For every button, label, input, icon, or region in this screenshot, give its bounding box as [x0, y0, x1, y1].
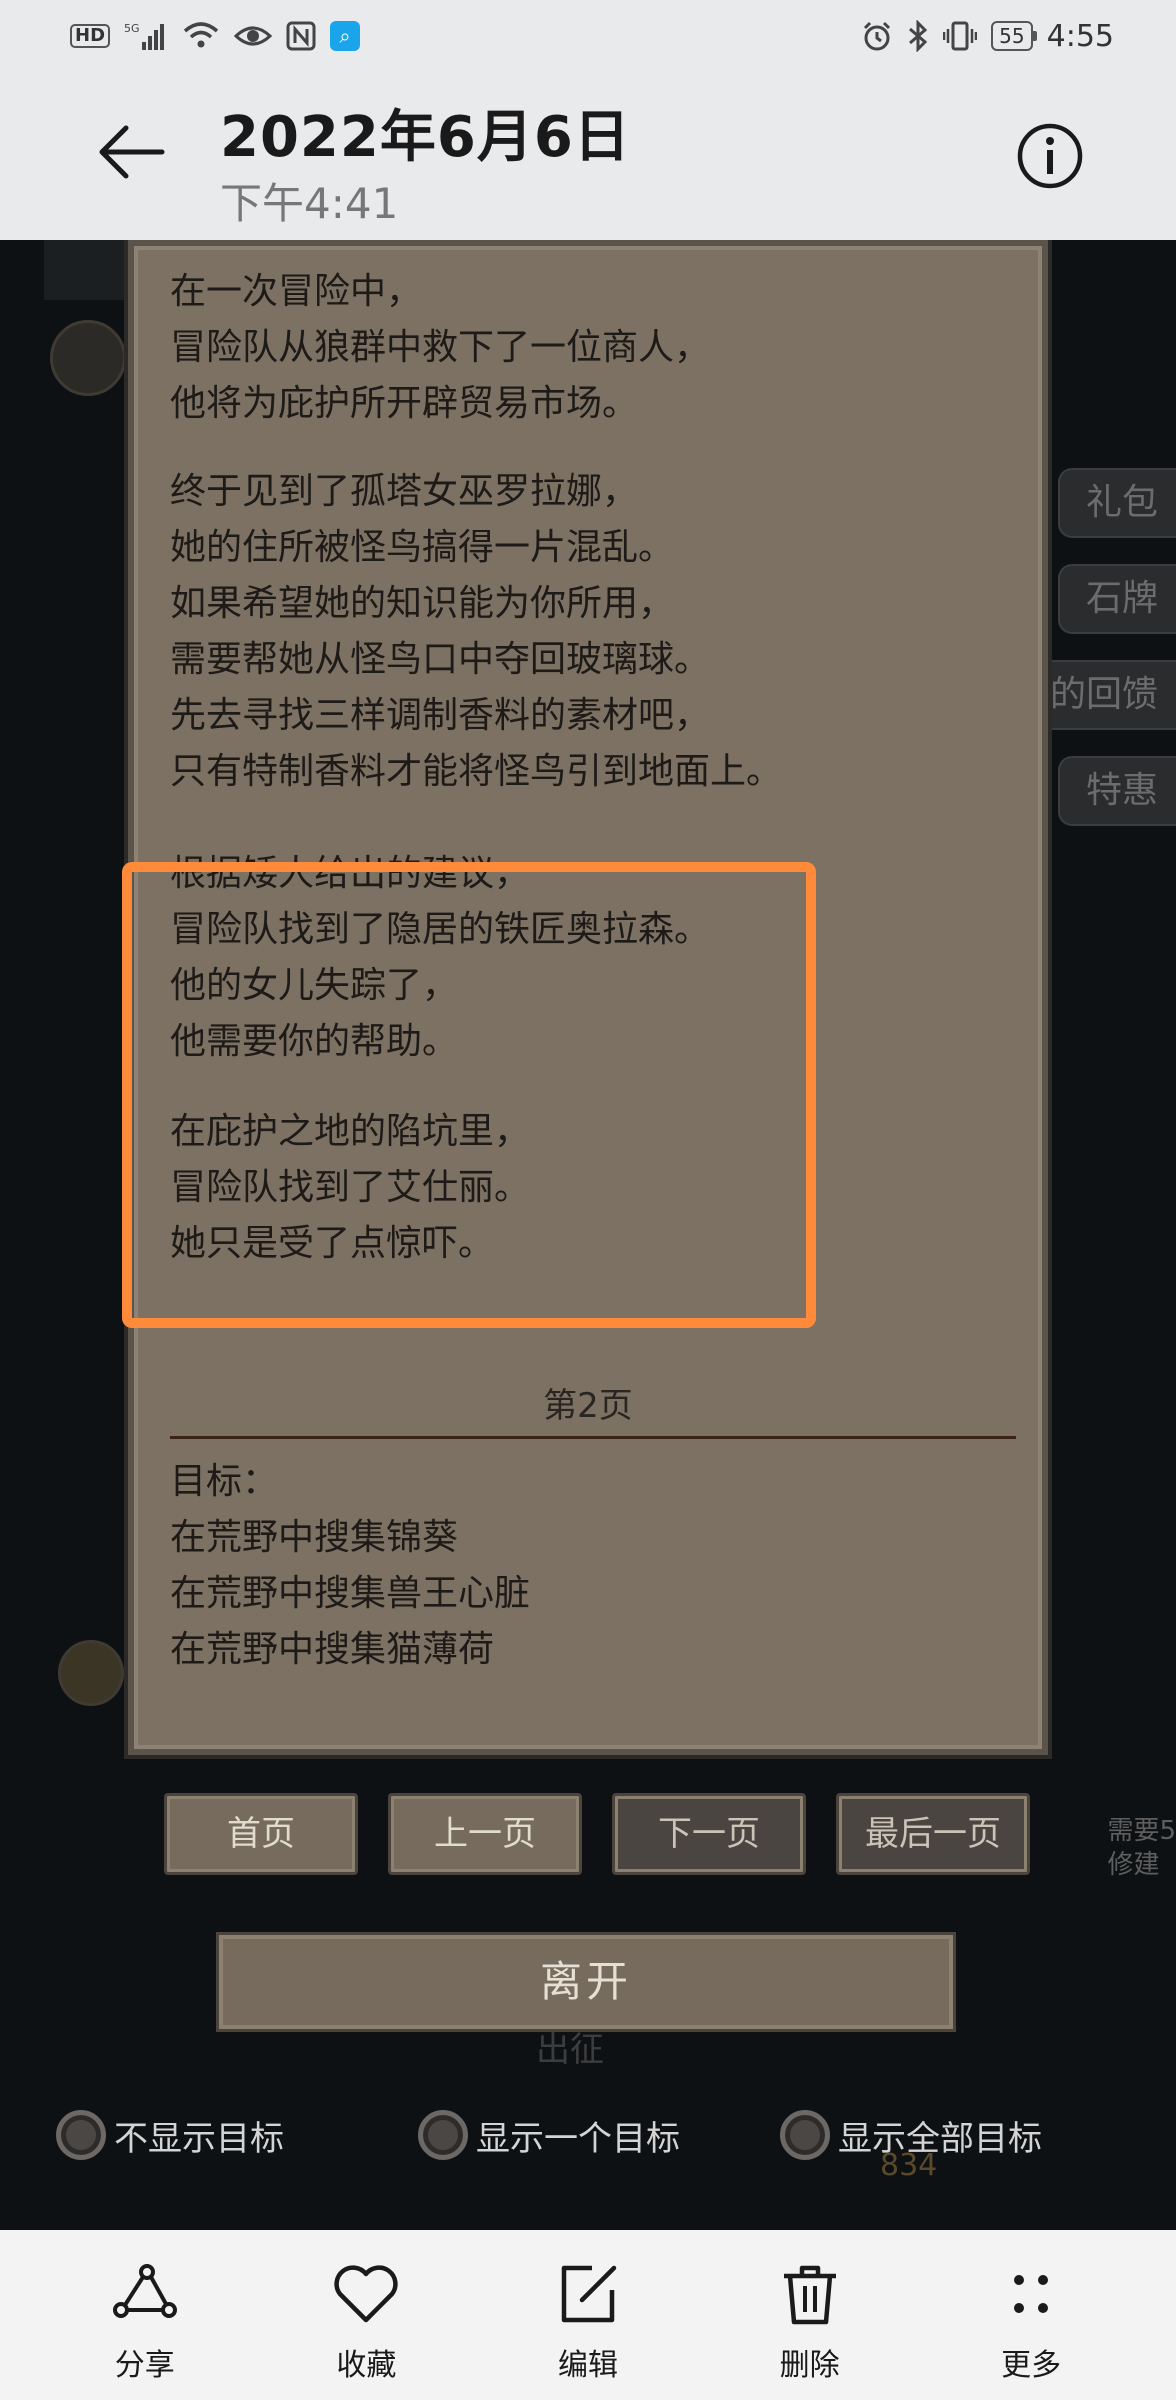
share-icon	[112, 2264, 177, 2318]
status-left: HD 5G ⌕	[70, 20, 361, 52]
battery-indicator: 55	[991, 21, 1038, 51]
vibrate-icon	[943, 20, 978, 52]
coin-count: 834	[880, 2148, 938, 2183]
story-line: 她的住所被怪鸟搞得一片混乱。	[170, 527, 675, 568]
search-app-icon: ⌕	[330, 21, 361, 51]
signal-icon: 5G	[124, 20, 168, 52]
bluetooth-icon	[907, 20, 929, 52]
share-label: 分享	[114, 2348, 175, 2383]
page-navigation: 首页 上一页 下一页 最后一页	[164, 1793, 1034, 1875]
page-number: 第2页	[543, 1386, 633, 1426]
goals-title: 目标：	[170, 1461, 279, 1502]
filter-hide-goals[interactable]: 不显示目标	[56, 2110, 418, 2160]
nfc-icon	[286, 21, 316, 51]
goal-item: 在荒野中搜集锦葵	[170, 1517, 459, 1558]
radio-icon[interactable]	[780, 2110, 830, 2160]
delete-button[interactable]: 删除	[735, 2230, 885, 2384]
story-line: 需要帮她从怪鸟口中夺回玻璃球。	[170, 639, 711, 680]
build-hint-line: 需要5	[1107, 1816, 1176, 1846]
story-line: 他将为庇护所开辟贸易市场。	[170, 383, 639, 424]
side-tag-gift[interactable]: 礼包	[1057, 468, 1176, 538]
next-page-button[interactable]: 下一页	[612, 1793, 806, 1875]
info-icon[interactable]	[1016, 122, 1084, 190]
first-page-button[interactable]: 首页	[164, 1793, 358, 1875]
filter-label: 显示全部目标	[838, 2118, 1042, 2159]
goal-item: 在荒野中搜集猫薄荷	[170, 1629, 495, 1670]
more-label: 更多	[1001, 2348, 1062, 2383]
radio-icon[interactable]	[418, 2110, 468, 2160]
depart-label: 出征	[536, 2030, 604, 2070]
status-right: 55 4:55	[861, 19, 1114, 54]
filter-show-one-goal[interactable]: 显示一个目标	[418, 2110, 780, 2160]
story-line: 只有特制香料才能将怪鸟引到地面上。	[170, 751, 783, 792]
scroll-ornament	[50, 320, 126, 396]
photo-date: 2022年6月6日	[220, 105, 631, 170]
trash-icon	[783, 2265, 836, 2325]
goal-display-filters: 不显示目标 显示一个目标 显示全部目标	[56, 2110, 1156, 2160]
svg-text:5G: 5G	[124, 22, 140, 35]
hd-badge: HD	[70, 24, 111, 48]
lamp-ornament	[58, 1640, 124, 1706]
background-frame	[44, 240, 134, 300]
divider	[170, 1436, 1016, 1439]
last-page-button[interactable]: 最后一页	[836, 1793, 1030, 1875]
photo-time: 下午4:41	[220, 179, 399, 228]
status-bar: HD 5G ⌕ 55 4:55	[0, 0, 1176, 72]
side-tag-sale[interactable]: 特惠	[1057, 756, 1176, 826]
story-paragraph: 终于见到了孤塔女巫罗拉娜， 她的住所被怪鸟搞得一片混乱。 如果希望她的知识能为你…	[170, 464, 1020, 800]
favorite-button[interactable]: 收藏	[291, 2230, 441, 2384]
leave-button[interactable]: 离开	[216, 1932, 956, 2032]
story-line: 如果希望她的知识能为你所用，	[170, 583, 675, 624]
more-icon	[1014, 2275, 1049, 2313]
clock: 4:55	[1046, 18, 1114, 54]
story-paragraph: 在一次冒险中， 冒险队从狼群中救下了一位商人， 他将为庇护所开辟贸易市场。	[170, 264, 1020, 432]
back-arrow-icon[interactable]	[96, 122, 166, 182]
filter-label: 显示一个目标	[476, 2118, 680, 2159]
wifi-icon	[182, 21, 220, 51]
goal-item: 在荒野中搜集兽王心脏	[170, 1573, 531, 1614]
filter-show-all-goals[interactable]: 显示全部目标	[780, 2110, 1142, 2160]
more-button[interactable]: 更多	[956, 2230, 1106, 2384]
favorite-label: 收藏	[336, 2348, 397, 2383]
story-line: 先去寻找三样调制香料的素材吧，	[170, 695, 711, 736]
build-hint-line: 修建	[1107, 1850, 1160, 1880]
build-hint: 需要5 修建	[1107, 1814, 1176, 1882]
prev-page-button[interactable]: 上一页	[388, 1793, 582, 1875]
story-line: 在一次冒险中，	[170, 271, 423, 312]
radio-icon[interactable]	[56, 2110, 106, 2160]
share-button[interactable]: 分享	[70, 2230, 220, 2384]
edit-button[interactable]: 编辑	[513, 2230, 663, 2384]
eye-icon	[234, 22, 273, 50]
filter-label: 不显示目标	[114, 2118, 284, 2159]
side-tag-stone[interactable]: 石牌	[1057, 564, 1176, 634]
game-screenshot: 礼包 石牌 的回馈 特惠 在一次冒险中， 冒险队从狼群中救下了一位商人， 他将为…	[0, 240, 1176, 2230]
bottom-toolbar: 分享 收藏 编辑 删除 更多	[0, 2230, 1176, 2400]
heart-icon	[334, 2265, 399, 2323]
story-line: 终于见到了孤塔女巫罗拉娜，	[170, 471, 639, 512]
story-line: 冒险队从狼群中救下了一位商人，	[170, 327, 711, 368]
delete-label: 删除	[779, 2348, 840, 2383]
goals-section: 目标： 在荒野中搜集锦葵 在荒野中搜集兽王心脏 在荒野中搜集猫薄荷	[170, 1454, 530, 1678]
annotation-highlight-box	[122, 862, 816, 1328]
gallery-header: 2022年6月6日 下午4:41	[0, 72, 1176, 240]
alarm-icon	[861, 20, 893, 52]
edit-icon	[561, 2265, 617, 2323]
edit-label: 编辑	[557, 2348, 618, 2383]
